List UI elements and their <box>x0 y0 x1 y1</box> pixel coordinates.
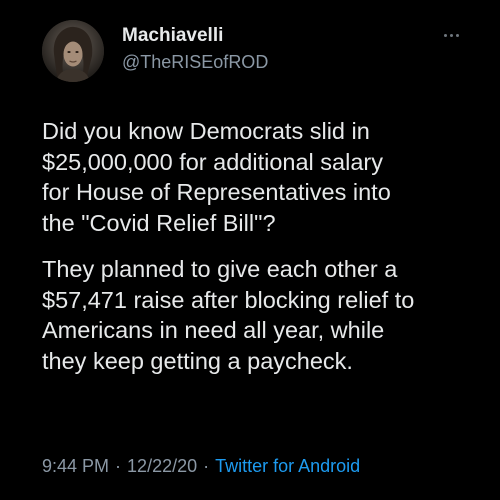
tweet-line: Americans in need all year, while <box>42 317 385 343</box>
tweet-line: $25,000,000 for additional salary <box>42 148 383 175</box>
ellipsis-dot <box>456 34 459 37</box>
tweet-meta: 9:44 PM · 12/22/20 · Twitter for Android <box>42 456 360 477</box>
avatar[interactable] <box>42 20 104 82</box>
ellipsis-dot <box>450 34 453 37</box>
display-name[interactable]: Machiavelli <box>122 24 268 48</box>
tweet-line: They planned to give each other a <box>42 256 398 282</box>
tweet-header: Machiavelli @TheRISEofROD <box>42 20 460 84</box>
client-link[interactable]: Twitter for Android <box>215 456 360 476</box>
tweet-time[interactable]: 9:44 PM <box>42 456 109 476</box>
tweet-date[interactable]: 12/22/20 <box>127 456 197 476</box>
tweet-line: $57,471 raise after blocking relief to <box>42 286 415 313</box>
tweet-text: Did you know Democrats slid in $25,000,0… <box>42 116 482 376</box>
ellipsis-dot <box>444 34 447 37</box>
tweet-line: they keep getting a paycheck. <box>42 347 353 374</box>
user-handle[interactable]: @TheRISEofROD <box>122 50 268 74</box>
author-names: Machiavelli @TheRISEofROD <box>122 24 268 74</box>
tweet-line: the "Covid Relief Bill"? <box>42 209 276 236</box>
tweet-paragraph-2: They planned to give each other a $57,47… <box>42 254 482 376</box>
meta-separator: · <box>203 456 210 476</box>
avatar-photo <box>42 20 104 82</box>
tweet-line: for House of Representatives into <box>42 179 391 205</box>
ellipsis-icon[interactable] <box>442 28 462 42</box>
tweet-card: Machiavelli @TheRISEofROD Did you know D… <box>0 0 500 500</box>
tweet-line: Did you know Democrats slid in <box>42 118 370 144</box>
meta-separator: · <box>115 456 122 476</box>
tweet-paragraph-1: Did you know Democrats slid in $25,000,0… <box>42 116 482 238</box>
